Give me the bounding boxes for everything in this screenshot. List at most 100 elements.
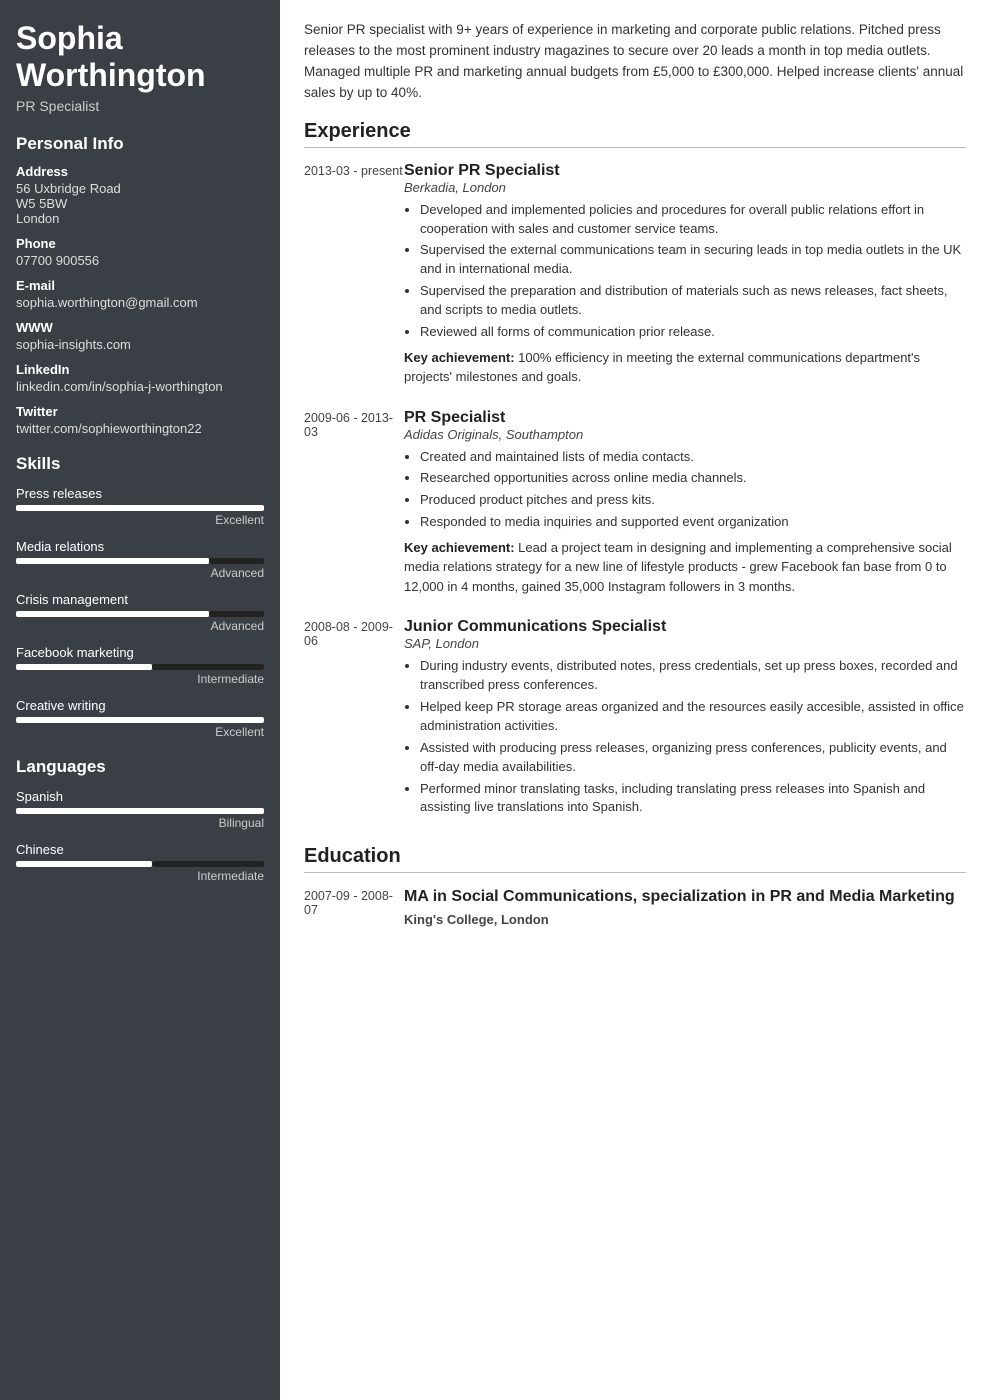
languages-heading: Languages (16, 757, 264, 777)
bullet-item: Researched opportunities across online m… (420, 469, 966, 488)
language-name: Chinese (16, 842, 264, 857)
edu-content: MA in Social Communications, specializat… (404, 887, 966, 927)
language-name: Spanish (16, 789, 264, 804)
exp-bullets: Created and maintained lists of media co… (420, 448, 966, 532)
skill-level: Intermediate (16, 672, 264, 686)
address-line-1: 56 Uxbridge Road (16, 181, 264, 196)
skill-bar-dark (209, 558, 264, 564)
twitter-label: Twitter (16, 404, 264, 419)
email-label: E-mail (16, 278, 264, 293)
exp-bullets: During industry events, distributed note… (420, 657, 966, 817)
edu-school: King's College, London (404, 912, 966, 927)
experience-section-title: Experience (304, 120, 966, 148)
language-level: Intermediate (16, 869, 264, 883)
sidebar: Sophia Worthington PR Specialist Persona… (0, 0, 280, 1400)
skill-bar-dark (152, 664, 264, 670)
bullet-item: Assisted with producing press releases, … (420, 739, 966, 777)
skill-name: Crisis management (16, 592, 264, 607)
bullet-item: Created and maintained lists of media co… (420, 448, 966, 467)
education-section-title: Education (304, 845, 966, 873)
exp-company: SAP, London (404, 636, 966, 651)
www-value: sophia-insights.com (16, 337, 264, 352)
education-list: 2007-09 - 2008-07 MA in Social Communica… (304, 887, 966, 927)
skill-item: Facebook marketing Intermediate (16, 645, 264, 686)
exp-role: Junior Communications Specialist (404, 618, 966, 636)
address-line-3: London (16, 211, 264, 226)
bullet-item: Supervised the external communications t… (420, 241, 966, 279)
summary-text: Senior PR specialist with 9+ years of ex… (304, 20, 966, 104)
exp-role: Senior PR Specialist (404, 162, 966, 180)
bullet-item: Performed minor translating tasks, inclu… (420, 780, 966, 818)
experience-block: 2013-03 - present Senior PR Specialist B… (304, 162, 966, 387)
language-item: Spanish Bilingual (16, 789, 264, 830)
bullet-item: Supervised the preparation and distribut… (420, 282, 966, 320)
exp-content: Junior Communications Specialist SAP, Lo… (404, 618, 966, 823)
skill-item: Creative writing Excellent (16, 698, 264, 739)
language-level: Bilingual (16, 816, 264, 830)
twitter-value: twitter.com/sophieworthington22 (16, 421, 264, 436)
bullet-item: Helped keep PR storage areas organized a… (420, 698, 966, 736)
skill-level: Advanced (16, 619, 264, 633)
exp-date: 2008-08 - 2009-06 (304, 618, 404, 823)
language-bar-fill (16, 861, 152, 867)
experience-block: 2009-06 - 2013-03 PR Specialist Adidas O… (304, 409, 966, 597)
address-label: Address (16, 164, 264, 179)
experience-block: 2008-08 - 2009-06 Junior Communications … (304, 618, 966, 823)
skill-bar-fill (16, 664, 152, 670)
phone-value: 07700 900556 (16, 253, 264, 268)
language-bar-fill (16, 808, 264, 814)
address-line-2: W5 5BW (16, 196, 264, 211)
skill-bar (16, 717, 264, 723)
skills-section: Skills Press releases Excellent Media re… (16, 454, 264, 739)
skill-item: Press releases Excellent (16, 486, 264, 527)
language-bar (16, 808, 264, 814)
bullet-item: Responded to media inquiries and support… (420, 513, 966, 532)
education-block: 2007-09 - 2008-07 MA in Social Communica… (304, 887, 966, 927)
language-bar-dark (152, 861, 264, 867)
experience-list: 2013-03 - present Senior PR Specialist B… (304, 162, 966, 824)
skill-name: Facebook marketing (16, 645, 264, 660)
candidate-title: PR Specialist (16, 98, 264, 114)
exp-role: PR Specialist (404, 409, 966, 427)
edu-date: 2007-09 - 2008-07 (304, 887, 404, 927)
exp-content: PR Specialist Adidas Originals, Southamp… (404, 409, 966, 597)
linkedin-label: LinkedIn (16, 362, 264, 377)
skill-name: Press releases (16, 486, 264, 501)
skills-heading: Skills (16, 454, 264, 474)
language-item: Chinese Intermediate (16, 842, 264, 883)
exp-company: Adidas Originals, Southampton (404, 427, 966, 442)
bullet-item: Developed and implemented policies and p… (420, 201, 966, 239)
skill-item: Crisis management Advanced (16, 592, 264, 633)
bullet-item: During industry events, distributed note… (420, 657, 966, 695)
edu-degree: MA in Social Communications, specializat… (404, 887, 966, 908)
skill-bar-fill (16, 717, 264, 723)
skill-item: Media relations Advanced (16, 539, 264, 580)
key-achievement: Key achievement: Lead a project team in … (404, 538, 966, 597)
personal-info-section: Personal Info Address 56 Uxbridge Road W… (16, 134, 264, 436)
languages-list: Spanish Bilingual Chinese Intermediate (16, 789, 264, 883)
skills-list: Press releases Excellent Media relations… (16, 486, 264, 739)
skill-bar-dark (209, 611, 264, 617)
skill-name: Media relations (16, 539, 264, 554)
www-label: WWW (16, 320, 264, 335)
skill-bar-fill (16, 611, 209, 617)
skill-name: Creative writing (16, 698, 264, 713)
skill-bar (16, 505, 264, 511)
bullet-item: Produced product pitches and press kits. (420, 491, 966, 510)
skill-level: Advanced (16, 566, 264, 580)
exp-bullets: Developed and implemented policies and p… (420, 201, 966, 342)
linkedin-value: linkedin.com/in/sophia-j-worthington (16, 379, 264, 394)
skill-bar (16, 664, 264, 670)
skill-bar (16, 611, 264, 617)
exp-content: Senior PR Specialist Berkadia, London De… (404, 162, 966, 387)
email-value: sophia.worthington@gmail.com (16, 295, 264, 310)
skill-bar (16, 558, 264, 564)
main-content: Senior PR specialist with 9+ years of ex… (280, 0, 990, 1400)
key-achievement: Key achievement: 100% efficiency in meet… (404, 348, 966, 387)
bullet-item: Reviewed all forms of communication prio… (420, 323, 966, 342)
exp-company: Berkadia, London (404, 180, 966, 195)
languages-section: Languages Spanish Bilingual Chinese Inte… (16, 757, 264, 883)
exp-date: 2013-03 - present (304, 162, 404, 387)
skill-bar-fill (16, 505, 264, 511)
skill-bar-fill (16, 558, 209, 564)
